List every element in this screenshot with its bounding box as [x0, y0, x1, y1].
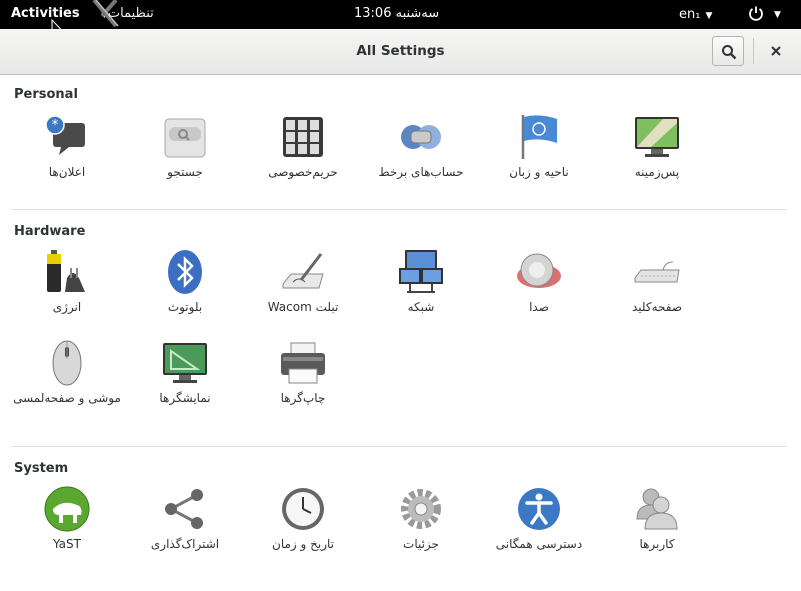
panel-printers[interactable]: چاپ‌گرها	[248, 339, 358, 406]
keyboard-icon	[634, 261, 680, 283]
system-menu[interactable]: ▼	[748, 5, 781, 21]
panel-label: شبکه	[407, 300, 435, 314]
users-icon	[636, 488, 678, 530]
clock-icon	[282, 488, 324, 530]
panel-background[interactable]: پس‌زمینه	[602, 113, 712, 180]
panel-sharing[interactable]: اشتراک‌گذاری	[130, 485, 240, 552]
wacom-tablet-icon	[282, 253, 324, 289]
panel-mouse-touchpad[interactable]: موشی و صفحه‌لمسی	[12, 339, 122, 406]
panel-label: جستجو	[167, 165, 203, 179]
header-separator	[753, 38, 754, 64]
activities-button[interactable]: Activities	[11, 6, 80, 21]
window-title: All Settings	[356, 43, 445, 59]
panel-bluetooth[interactable]: بلوتوث	[130, 248, 240, 315]
panel-label: حساب‌های برخط	[378, 165, 464, 179]
online-accounts-icon	[401, 125, 441, 149]
panel-label: تاریخ و زمان	[272, 537, 334, 551]
app-menu[interactable]: تنظیمات▼	[92, 0, 154, 28]
panel-online-accounts[interactable]: حساب‌های برخط	[366, 113, 476, 180]
panel-label: موشی و صفحه‌لمسی	[13, 391, 121, 405]
section-title-personal: Personal	[14, 87, 78, 102]
panel-label: انرژی	[52, 300, 82, 314]
keyboard-layout-indicator[interactable]: en₁ ▼	[679, 7, 712, 22]
panel-power[interactable]: انرژی	[12, 248, 122, 315]
panel-users[interactable]: کاربرها	[602, 485, 712, 552]
yast-chameleon-icon	[44, 486, 90, 532]
panel-yast[interactable]: YaST	[12, 485, 122, 552]
panel-label: اشتراک‌گذاری	[150, 537, 220, 551]
panel-wacom-tablet[interactable]: تبلت Wacom	[248, 248, 358, 315]
panel-label: صفحه‌کلید	[631, 300, 683, 314]
panel-label: YaST	[53, 537, 81, 551]
panel-keyboard[interactable]: صفحه‌کلید	[602, 248, 712, 315]
panel-label: حریم‌خصوصی	[268, 165, 338, 179]
app-menu-label: تنظیمات	[107, 6, 154, 21]
background-monitor-icon	[635, 117, 679, 157]
display-monitor-icon	[163, 343, 207, 383]
panel-label: دسترسی همگانی	[495, 537, 583, 551]
notifications-icon: *	[45, 115, 85, 155]
panel-label: صدا	[529, 300, 549, 314]
panel-region-language[interactable]: ناحیه و زبان	[484, 113, 594, 180]
keyboard-layout-label: en₁	[679, 7, 701, 22]
share-icon	[165, 489, 203, 529]
bluetooth-icon	[168, 250, 202, 294]
panel-universal-access[interactable]: دسترسی همگانی	[484, 485, 594, 552]
accessibility-icon	[518, 488, 560, 530]
panel-network[interactable]: شبکه	[366, 248, 476, 315]
section-title-system: System	[14, 461, 69, 476]
panel-search[interactable]: جستجو	[130, 113, 240, 180]
panel-sound[interactable]: صدا	[484, 248, 594, 315]
panel-displays[interactable]: نمایشگرها	[130, 339, 240, 406]
flag-icon	[521, 115, 557, 159]
close-icon	[771, 46, 781, 56]
panel-date-time[interactable]: تاریخ و زمان	[248, 485, 358, 552]
panel-label: اعلان‌ها	[48, 165, 86, 179]
panel-notifications[interactable]: * اعلان‌ها	[12, 113, 122, 180]
top-bar: Activities تنظیمات▼ سه‌شنبه 13:06 en₁ ▼ ▼	[0, 0, 801, 38]
power-battery-icon	[47, 250, 85, 292]
power-icon	[749, 6, 763, 21]
gear-icon	[401, 489, 441, 529]
search-button[interactable]	[712, 36, 744, 66]
clock[interactable]: سه‌شنبه 13:06	[354, 6, 439, 21]
header-bar: All Settings	[0, 29, 801, 75]
sound-speaker-icon	[517, 253, 561, 288]
chevron-down-icon: ▼	[705, 11, 713, 21]
panel-label: کاربرها	[639, 537, 675, 551]
svg-text:*: *	[52, 118, 59, 133]
section-divider	[12, 446, 787, 447]
panel-label: تبلت Wacom	[267, 300, 339, 314]
search-panel-icon	[164, 118, 206, 158]
printer-icon	[281, 342, 325, 384]
panel-privacy[interactable]: حریم‌خصوصی	[248, 113, 358, 180]
section-divider	[12, 209, 787, 210]
panel-label: بلوتوث	[167, 300, 203, 314]
privacy-lock-icon	[283, 117, 323, 157]
panel-details[interactable]: جزئیات	[366, 485, 476, 552]
panel-label: چاپ‌گرها	[280, 391, 326, 405]
panel-label: جزئیات	[403, 537, 439, 551]
network-icon	[399, 250, 443, 293]
chevron-down-icon: ▼	[774, 9, 781, 20]
panel-label: ناحیه و زبان	[509, 165, 569, 179]
search-icon	[722, 45, 737, 60]
section-title-hardware: Hardware	[14, 224, 86, 239]
panel-label: پس‌زمینه	[634, 165, 680, 179]
mouse-icon	[52, 340, 82, 386]
panel-label: نمایشگرها	[159, 391, 211, 405]
close-button[interactable]	[766, 41, 786, 61]
